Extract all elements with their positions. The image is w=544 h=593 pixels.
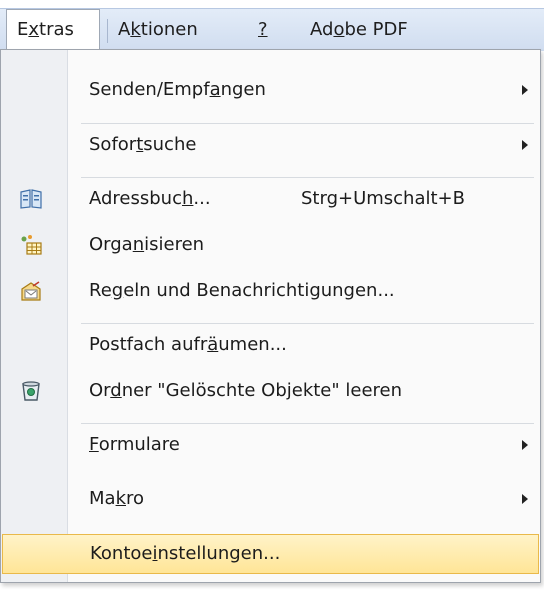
menu-separator: [81, 423, 534, 424]
menu-item-kontoeinstellungen[interactable]: Kontoeinstellungen...: [2, 534, 539, 574]
menu-item-sofortsuche[interactable]: Sofortsuche: [1, 125, 540, 165]
rules-icon: [19, 280, 43, 302]
empty-trash-icon: [19, 380, 43, 402]
menubar-separator: [107, 19, 108, 43]
menu-aktionen[interactable]: Aktionen: [118, 9, 198, 51]
submenu-arrow-icon: [522, 494, 528, 504]
organize-icon: [19, 234, 43, 256]
menu-bar: Extras Aktionen ? Adobe PDF: [0, 8, 544, 51]
menu-item-ordner-leeren[interactable]: Ordner "Gelöschte Objekte" leeren: [1, 371, 540, 411]
menu-item-label: Organisieren: [89, 234, 205, 255]
menu-item-label: Adressbuch...: [89, 188, 211, 209]
menu-item-label: Sofortsuche: [89, 134, 197, 155]
menu-help[interactable]: ?: [258, 9, 268, 51]
menu-separator: [81, 323, 534, 324]
address-book-icon: [19, 188, 43, 210]
menu-item-adressbuch[interactable]: Adressbuch... Strg+Umschalt+B: [1, 179, 540, 219]
submenu-arrow-icon: [522, 440, 528, 450]
menu-item-regeln[interactable]: Regeln und Benachrichtigungen...: [1, 271, 540, 311]
menu-separator: [81, 123, 534, 124]
extras-dropdown-menu: Senden/Empfangen Sofortsuche Adressbuch.…: [0, 49, 541, 583]
menu-item-label: Makro: [89, 488, 145, 509]
menu-item-senden-empfangen[interactable]: Senden/Empfangen: [1, 70, 540, 110]
menu-item-label: Senden/Empfangen: [89, 79, 266, 100]
submenu-arrow-icon: [522, 85, 528, 95]
menu-separator: [81, 177, 534, 178]
menu-item-shortcut: Strg+Umschalt+B: [301, 188, 465, 209]
menu-item-label: Kontoeinstellungen...: [90, 543, 281, 564]
submenu-arrow-icon: [522, 140, 528, 150]
menu-adobe-pdf[interactable]: Adobe PDF: [310, 9, 408, 51]
menu-item-label: Ordner "Gelöschte Objekte" leeren: [89, 380, 403, 401]
menu-item-formulare[interactable]: Formulare: [1, 425, 540, 465]
menu-item-label: Formulare: [89, 434, 180, 455]
menu-item-organisieren[interactable]: Organisieren: [1, 225, 540, 265]
menu-item-label: Regeln und Benachrichtigungen...: [89, 280, 395, 301]
menu-item-makro[interactable]: Makro: [1, 479, 540, 519]
menu-item-label: Postfach aufräumen...: [89, 334, 287, 355]
menu-item-postfach-aufraeumen[interactable]: Postfach aufräumen...: [1, 325, 540, 365]
menu-extras[interactable]: Extras: [6, 9, 100, 51]
